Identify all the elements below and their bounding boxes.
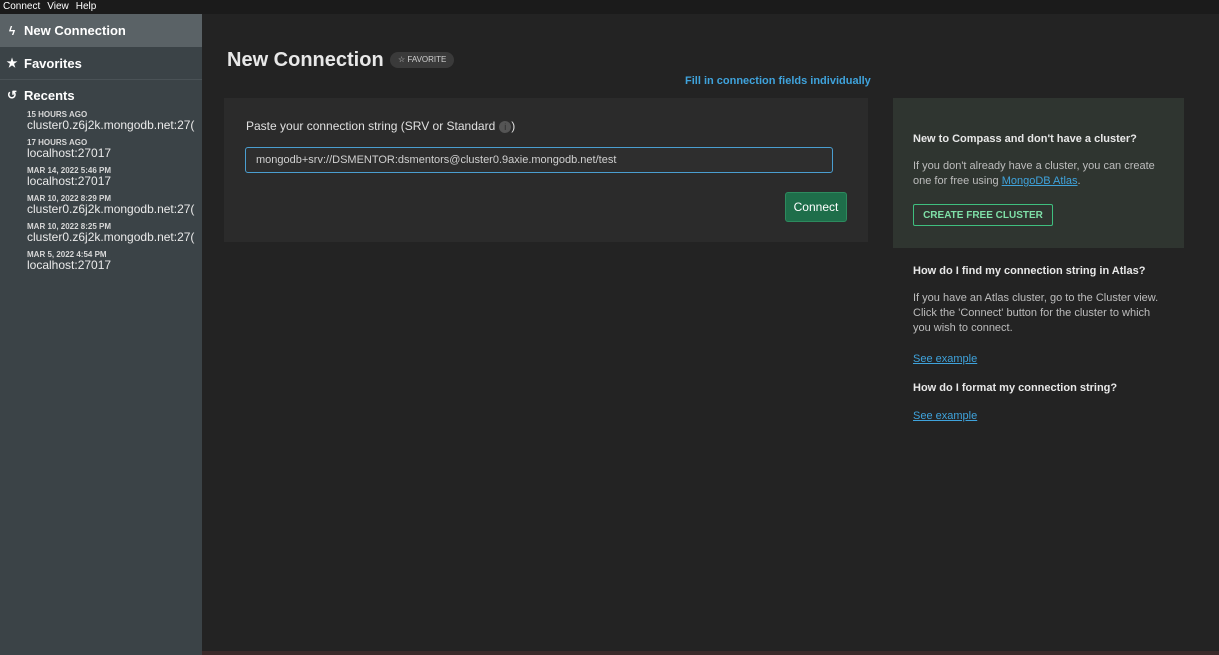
main-content: New Connection ☆ FAVORITE Fill in connec… (202, 14, 1219, 655)
info-icon[interactable]: i (499, 121, 512, 133)
recent-host: cluster0.z6j2k.mongodb.net:27( (27, 230, 195, 244)
new-to-compass-text-2: . (1077, 175, 1081, 187)
favorite-button[interactable]: ☆ FAVORITE (390, 52, 455, 68)
find-connection-heading: How do I find my connection string in At… (913, 265, 1146, 277)
page-title: New Connection (227, 49, 384, 71)
format-connection-heading: How do I format my connection string? (913, 382, 1118, 394)
sidebar-item-new-connection[interactable]: ϟ New Connection (0, 14, 202, 47)
connection-string-input[interactable] (245, 147, 833, 173)
recent-host: localhost:27017 (27, 146, 112, 160)
recent-item[interactable]: MAR 10, 2022 8:29 PM cluster0.z6j2k.mong… (0, 194, 202, 216)
history-icon: ↺ (6, 88, 18, 102)
recent-item[interactable]: 15 HOURS AGO cluster0.z6j2k.mongodb.net:… (0, 110, 202, 132)
mongodb-atlas-link[interactable]: MongoDB Atlas (1002, 175, 1078, 187)
recent-item[interactable]: MAR 14, 2022 5:46 PM localhost:27017 (0, 166, 202, 188)
sidebar-item-recents[interactable]: ↺ Recents (0, 80, 202, 110)
new-to-compass-text: If you don't already have a cluster, you… (913, 159, 1173, 189)
connection-panel: Paste your connection string (SRV or Sta… (224, 98, 868, 242)
new-to-compass-box: New to Compass and don't have a cluster?… (893, 98, 1184, 248)
bottom-strip (202, 651, 1219, 655)
menu-connect[interactable]: Connect (3, 1, 40, 12)
sidebar-item-label: New Connection (24, 23, 126, 38)
see-example-link-1[interactable]: See example (913, 353, 977, 365)
sidebar-item-favorites[interactable]: ★ Favorites (0, 47, 202, 80)
sidebar: ϟ New Connection ★ Favorites ↺ Recents 1… (0, 14, 202, 655)
see-example-link-2[interactable]: See example (913, 410, 977, 422)
recent-host: cluster0.z6j2k.mongodb.net:27( (27, 202, 195, 216)
menu-help[interactable]: Help (76, 1, 97, 12)
recent-item[interactable]: MAR 10, 2022 8:25 PM cluster0.z6j2k.mong… (0, 222, 202, 244)
connection-string-label-end: ) (511, 119, 516, 133)
sidebar-item-label: Favorites (24, 55, 82, 71)
connection-string-label-text: Paste your connection string (SRV or Sta… (246, 119, 496, 133)
sidebar-item-label: Recents (24, 87, 75, 103)
lightning-icon: ϟ (8, 23, 16, 38)
create-free-cluster-button[interactable]: CREATE FREE CLUSTER (913, 204, 1053, 226)
recent-host: localhost:27017 (27, 174, 112, 188)
recent-item[interactable]: 17 HOURS AGO localhost:27017 (0, 138, 202, 160)
find-connection-text: If you have an Atlas cluster, go to the … (913, 292, 1159, 334)
fill-fields-link[interactable]: Fill in connection fields individually (685, 75, 871, 87)
recent-host: localhost:27017 (27, 258, 112, 272)
connect-button[interactable]: Connect (785, 192, 847, 222)
connection-string-label: Paste your connection string (SRV or Sta… (246, 119, 515, 133)
new-to-compass-heading: New to Compass and don't have a cluster? (913, 133, 1137, 145)
menu-view[interactable]: View (47, 1, 69, 12)
recent-host: cluster0.z6j2k.mongodb.net:27( (27, 118, 195, 132)
star-icon: ★ (6, 56, 18, 70)
recent-item[interactable]: MAR 5, 2022 4:54 PM localhost:27017 (0, 250, 202, 272)
menu-bar: Connect View Help (0, 0, 1219, 14)
